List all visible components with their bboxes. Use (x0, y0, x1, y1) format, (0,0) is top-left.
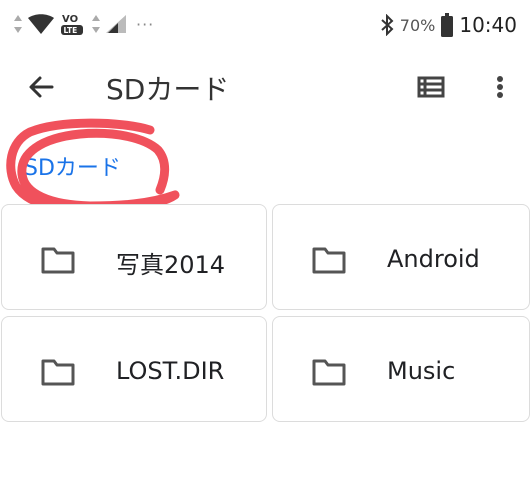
folder-name: Android (387, 245, 480, 273)
arrow-back-icon (24, 70, 58, 104)
folder-icon (40, 245, 76, 275)
back-button[interactable] (24, 70, 58, 104)
volte-icon: VO LTE (60, 12, 86, 36)
breadcrumb-sd-card[interactable]: SDカード (24, 150, 121, 182)
list-view-icon (414, 70, 448, 104)
folder-icon (40, 357, 76, 387)
folder-item[interactable]: LOST.DIR (1, 316, 267, 422)
lte-label: LTE (64, 26, 78, 35)
folder-item[interactable]: 写真2014 (1, 204, 267, 310)
status-left: VO LTE ··· (14, 12, 154, 36)
signal-icon (106, 15, 126, 33)
folder-name: Music (387, 357, 456, 385)
more-options-button[interactable] (486, 70, 514, 104)
app-bar: SDカード (0, 56, 531, 116)
data-arrows-icon (92, 15, 100, 33)
bluetooth-icon (380, 14, 394, 36)
battery-icon (441, 13, 454, 37)
folder-name: 写真2014 (116, 251, 226, 279)
battery-percent: 70% (399, 15, 436, 35)
page-title: SDカード (106, 73, 230, 106)
wifi-icon (28, 14, 54, 34)
notification-dots: ··· (136, 14, 155, 34)
folder-icon (311, 357, 347, 387)
status-right: 70% 10:40 (380, 12, 517, 38)
data-arrows-icon (14, 15, 22, 33)
status-bar: VO LTE ··· 70% 10:40 (0, 0, 531, 48)
folder-item[interactable]: Android (272, 204, 530, 310)
more-vert-icon (486, 70, 514, 104)
folder-icon (311, 245, 347, 275)
folder-item[interactable]: Music (272, 316, 530, 422)
volte-label: VO (62, 14, 78, 25)
view-toggle-button[interactable] (414, 70, 448, 104)
folder-name: LOST.DIR (116, 357, 225, 385)
clock: 10:40 (459, 13, 517, 37)
